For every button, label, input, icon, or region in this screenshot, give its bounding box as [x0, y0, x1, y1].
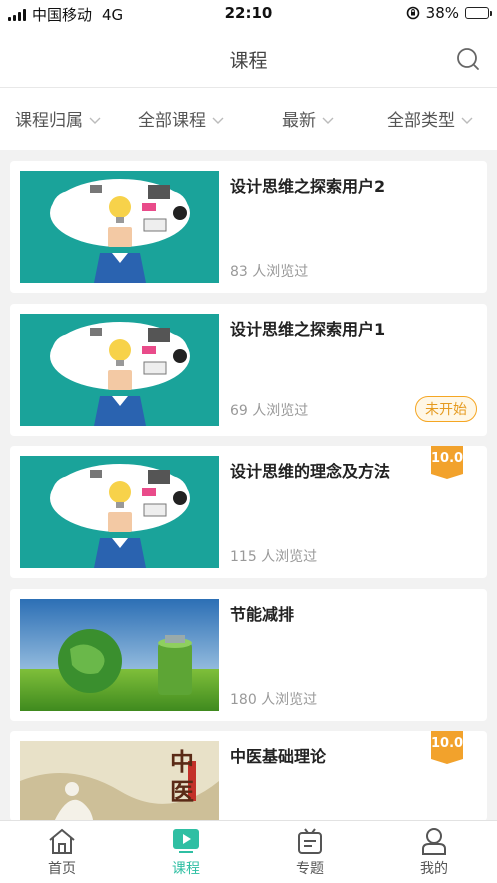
course-thumbnail [20, 314, 219, 426]
tab-home[interactable]: 首页 [27, 827, 97, 878]
tab-label: 首页 [48, 861, 76, 877]
green-earth-image [20, 599, 219, 711]
chevron-down-icon [89, 117, 101, 124]
design-thinking-illustration [20, 314, 219, 426]
course-card[interactable]: 设计思维之探索用户1 69 人浏览过 未开始 [10, 304, 487, 436]
filter-label: 全部课程 [138, 111, 206, 131]
home-icon [49, 828, 75, 854]
course-views: 115 人浏览过 [230, 549, 318, 565]
course-card[interactable]: 节能减排 180 人浏览过 [10, 589, 487, 721]
tab-topics[interactable]: 专题 [275, 827, 345, 878]
course-views: 180 人浏览过 [230, 692, 318, 708]
filter-course-ownership[interactable]: 课程归属 [15, 106, 101, 131]
status-badge: 未开始 [415, 396, 477, 422]
play-icon [173, 829, 199, 853]
course-title: 设计思维之探索用户1 [230, 320, 386, 339]
chevron-down-icon [212, 117, 224, 124]
course-views: 69 人浏览过 [230, 403, 309, 419]
status-right: 38% [406, 4, 492, 22]
design-thinking-illustration [20, 171, 219, 283]
thumbnail-calligraphy-text: 中医 [170, 747, 194, 806]
chevron-down-icon [461, 117, 473, 124]
design-thinking-illustration [20, 456, 219, 568]
page-title: 课程 [229, 50, 268, 72]
topic-icon [298, 828, 322, 854]
course-title: 设计思维之探索用户2 [230, 177, 386, 196]
bottom-tab-bar: 首页 课程 专题 我的 [0, 820, 497, 883]
course-thumbnail [20, 599, 219, 711]
tab-label: 我的 [420, 861, 448, 877]
course-card[interactable]: 设计思维的理念及方法 115 人浏览过 10.0 [10, 446, 487, 578]
status-bar: 中国移动 4G 22:10 38% [0, 0, 497, 26]
search-icon[interactable] [455, 46, 481, 72]
battery-icon [465, 7, 492, 19]
tab-mine[interactable]: 我的 [399, 827, 469, 878]
course-title: 设计思维的理念及方法 [230, 462, 391, 481]
tab-courses[interactable]: 课程 [151, 827, 221, 878]
course-card[interactable]: 中医 中医基础理论 10.0 [10, 731, 487, 821]
course-thumbnail [20, 171, 219, 283]
course-views: 83 人浏览过 [230, 264, 309, 280]
user-icon [422, 828, 446, 855]
course-thumbnail [20, 456, 219, 568]
tab-label: 课程 [172, 861, 200, 877]
filter-label: 最新 [282, 111, 316, 131]
filter-bar: 课程归属 全部课程 最新 全部类型 [0, 88, 497, 150]
battery-percent: 38% [425, 4, 459, 22]
score-badge: 10.0 [431, 446, 463, 479]
course-title: 中医基础理论 [230, 747, 327, 766]
filter-label: 课程归属 [15, 111, 83, 131]
orientation-lock-icon [406, 6, 419, 20]
course-thumbnail: 中医 [20, 741, 219, 821]
course-card[interactable]: 设计思维之探索用户2 83 人浏览过 [10, 161, 487, 293]
score-badge: 10.0 [431, 731, 463, 764]
filter-label: 全部类型 [387, 111, 455, 131]
filter-latest[interactable]: 最新 [282, 106, 334, 131]
chevron-down-icon [322, 117, 334, 124]
tab-label: 专题 [296, 861, 324, 877]
page-header: 课程 [0, 26, 497, 88]
filter-all-types[interactable]: 全部类型 [387, 106, 473, 131]
course-title: 节能减排 [230, 605, 295, 624]
filter-all-courses[interactable]: 全部课程 [138, 106, 224, 131]
